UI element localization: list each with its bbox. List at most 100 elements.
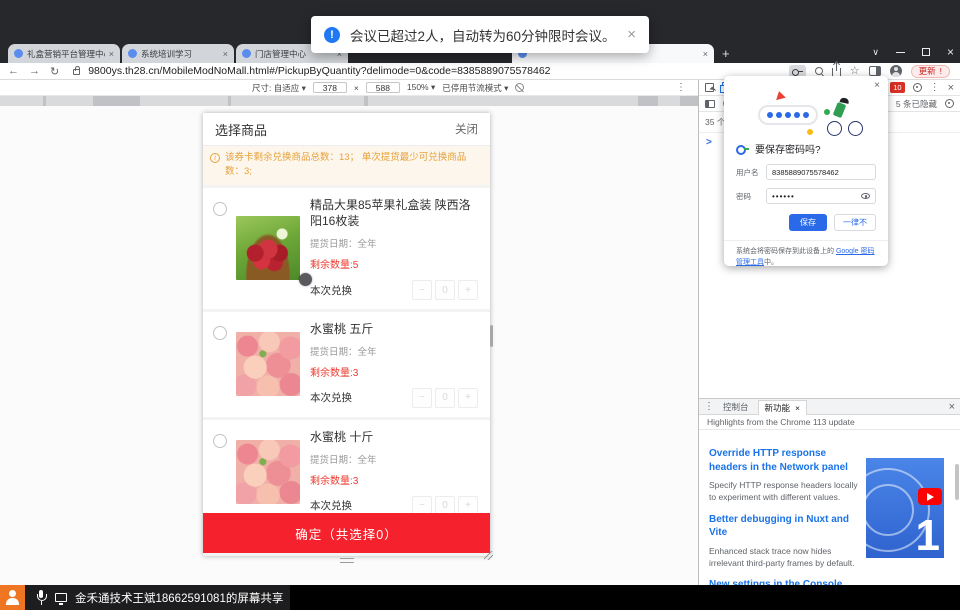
show-password-eye-icon[interactable] bbox=[861, 193, 870, 199]
forward-icon[interactable]: → bbox=[29, 65, 40, 77]
password-illustration bbox=[724, 83, 888, 139]
password-bubble bbox=[758, 105, 818, 125]
exchange-row: 本次兑换 − 0 + bbox=[310, 388, 480, 408]
drawer-menu-icon[interactable]: ⋮ bbox=[704, 401, 714, 412]
drawer-close-icon[interactable]: × bbox=[949, 401, 955, 413]
never-button[interactable]: 一律不 bbox=[834, 214, 876, 231]
tab-whats-new[interactable]: 新功能 × bbox=[758, 400, 807, 415]
side-panel-icon[interactable] bbox=[869, 66, 881, 76]
zoom-select[interactable]: 150% ▾ bbox=[407, 82, 435, 93]
tab-close-icon[interactable]: × bbox=[703, 49, 708, 59]
maximize-icon[interactable] bbox=[922, 48, 930, 56]
minus-button[interactable]: − bbox=[412, 388, 432, 408]
tab-console[interactable]: 控制台 bbox=[723, 401, 749, 413]
url-text[interactable]: 9800ys.th28.cn/MobileModNoMall.html#/Pic… bbox=[88, 65, 789, 77]
whatsnew-link-nuxt-vite[interactable]: Better debugging in Nuxt and Vite bbox=[709, 513, 861, 540]
update-label: 更新 bbox=[919, 65, 936, 77]
minimize-icon[interactable] bbox=[896, 52, 905, 53]
tab-close-icon[interactable]: × bbox=[223, 49, 228, 59]
width-input[interactable]: 378 bbox=[313, 82, 347, 93]
quantity-value[interactable]: 0 bbox=[435, 280, 455, 300]
reload-icon[interactable]: ↻ bbox=[50, 65, 59, 78]
product-image-box bbox=[236, 429, 300, 516]
screen-icon bbox=[55, 593, 67, 602]
product-radio[interactable] bbox=[213, 326, 227, 340]
chrome-update-promo-image[interactable]: 1 bbox=[866, 458, 944, 558]
plus-button[interactable]: + bbox=[458, 280, 478, 300]
save-button[interactable]: 保存 bbox=[789, 214, 827, 231]
username-field[interactable]: 8385889075578462 bbox=[766, 164, 876, 180]
inspect-element-icon[interactable] bbox=[705, 83, 714, 92]
quantity-value[interactable]: 0 bbox=[435, 388, 455, 408]
product-card: 精品大果85苹果礼盒装 陕西洛阳16枚装 提货日期：全年 剩余数量:5 本次兑换… bbox=[203, 188, 490, 310]
drawer-scrollbar[interactable] bbox=[955, 464, 959, 500]
product-image-box bbox=[236, 197, 300, 301]
product-info: 精品大果85苹果礼盒装 陕西洛阳16枚装 提货日期：全年 剩余数量:5 本次兑换… bbox=[310, 197, 480, 301]
whatsnew-link-console-settings[interactable]: New settings in the Console bbox=[709, 578, 861, 585]
tab-favicon bbox=[128, 49, 137, 58]
viewport-scrollbar[interactable] bbox=[490, 325, 493, 347]
coupon-notice: i 该券卡剩余兑换商品总数：13； 单次提货最少可兑换商品数：3; bbox=[203, 146, 490, 185]
mobile-viewport: 选择商品 关闭 i 该券卡剩余兑换商品总数：13； 单次提货最少可兑换商品数：3… bbox=[203, 113, 490, 556]
viewport-resize-handle[interactable] bbox=[340, 558, 354, 563]
devtools-close-icon[interactable]: × bbox=[948, 82, 954, 94]
device-toolbar-more-icon[interactable]: ⋮ bbox=[676, 82, 686, 93]
back-icon[interactable]: ← bbox=[8, 65, 19, 77]
height-input[interactable]: 588 bbox=[366, 82, 400, 93]
password-manager-key-icon bbox=[736, 144, 749, 154]
mq-segment bbox=[0, 96, 43, 106]
profile-avatar[interactable] bbox=[890, 65, 902, 77]
tab-close-icon[interactable]: × bbox=[795, 403, 800, 413]
bookmark-star-icon[interactable]: ☆ bbox=[850, 66, 860, 77]
whatsnew-text: Specify HTTP response headers locally to… bbox=[709, 479, 861, 504]
window-close-icon[interactable]: × bbox=[947, 45, 954, 59]
microphone-icon bbox=[36, 590, 46, 605]
tab-favicon bbox=[242, 49, 251, 58]
tab-close-icon[interactable]: × bbox=[109, 49, 114, 59]
product-radio[interactable] bbox=[213, 434, 227, 448]
zoom-icon[interactable] bbox=[815, 67, 823, 75]
tab-search-icon[interactable]: ∨ bbox=[872, 47, 879, 58]
mq-segment bbox=[231, 96, 364, 106]
media-query-bar[interactable] bbox=[0, 96, 698, 106]
bicycle-wheel bbox=[827, 121, 842, 136]
mq-segment bbox=[658, 96, 680, 106]
tab-label: 礼盒营销平台管理中心 bbox=[27, 48, 105, 60]
remaining-qty: 剩余数量:3 bbox=[310, 364, 480, 379]
exchange-label: 本次兑换 bbox=[310, 283, 352, 298]
play-button-icon bbox=[918, 488, 942, 505]
whatsnew-link-override-headers[interactable]: Override HTTP response headers in the Ne… bbox=[709, 447, 861, 474]
devtools-menu-icon[interactable]: ⋮ bbox=[930, 82, 940, 93]
exchange-label: 本次兑换 bbox=[310, 390, 352, 405]
devtools-drawer: ⋮ 控制台 新功能 × × Highlights from the Chrome… bbox=[699, 398, 960, 585]
console-settings-icon[interactable] bbox=[945, 99, 954, 108]
minus-button[interactable]: − bbox=[412, 280, 432, 300]
caret-down-icon: ▾ bbox=[302, 83, 306, 93]
settings-gear-icon[interactable] bbox=[913, 83, 922, 92]
throttle-select[interactable]: 已停用节流模式 ▾ bbox=[442, 82, 508, 94]
console-context-icon[interactable] bbox=[705, 100, 715, 108]
mq-segment bbox=[46, 96, 93, 106]
password-mask: •••••• bbox=[772, 192, 795, 201]
shared-screen: 礼盒营销平台管理中心 × 系统培训学习 × 门店管理中心 × × + ∨ × ←… bbox=[0, 0, 960, 610]
lock-icon[interactable] bbox=[73, 69, 80, 75]
close-link[interactable]: 关闭 bbox=[455, 121, 478, 137]
tab-gift-platform[interactable]: 礼盒营销平台管理中心 × bbox=[8, 44, 120, 63]
remaining-qty: 剩余数量:3 bbox=[310, 472, 480, 487]
username-row: 用户名 8385889075578462 bbox=[724, 164, 888, 180]
new-tab-button[interactable]: + bbox=[722, 46, 730, 61]
red-triangle-decoration bbox=[774, 90, 786, 100]
confirm-button[interactable]: 确定（共选择0） bbox=[203, 513, 490, 553]
tab-training[interactable]: 系统培训学习 × bbox=[122, 44, 234, 63]
update-chrome-button[interactable]: 更新 ! bbox=[911, 65, 950, 78]
product-radio[interactable] bbox=[213, 202, 227, 216]
toast-close-icon[interactable]: × bbox=[627, 26, 636, 43]
viewport-corner-resize-handle[interactable] bbox=[484, 551, 493, 560]
dimensions-select[interactable]: 尺寸: 自适应 ▾ bbox=[252, 82, 306, 94]
password-field[interactable]: •••••• bbox=[766, 188, 876, 204]
plus-button[interactable]: + bbox=[458, 388, 478, 408]
no-throttle-icon bbox=[515, 83, 524, 92]
issues-count-badge[interactable]: 10 bbox=[890, 82, 904, 93]
product-title: 精品大果85苹果礼盒装 陕西洛阳16枚装 bbox=[310, 197, 480, 231]
apples-product-image bbox=[236, 216, 300, 280]
